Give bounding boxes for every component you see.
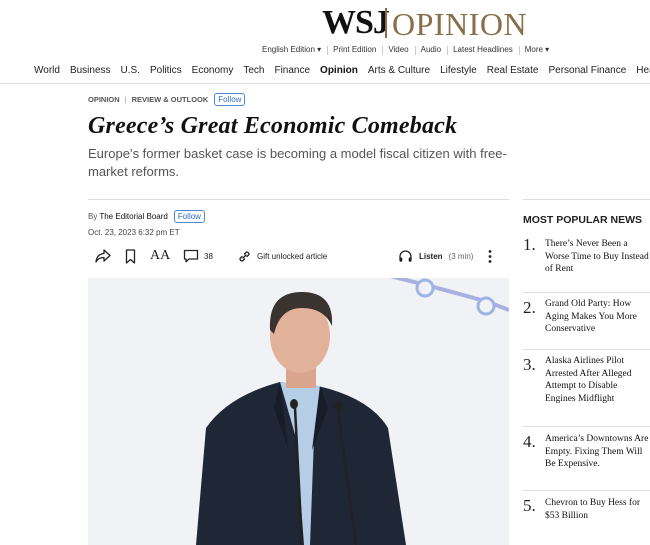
article-headline: Greece’s Great Economic Comeback — [88, 113, 458, 139]
byline-prefix: By — [88, 212, 98, 221]
nav-item-business[interactable]: Business — [65, 65, 116, 76]
listen-button[interactable]: Listen (3 min) — [398, 245, 473, 267]
most-popular-item-3[interactable]: 3. Alaska Airlines Pilot Arrested After … — [523, 349, 650, 426]
article-timestamp: Oct. 23, 2023 6:32 pm ET — [88, 228, 180, 237]
logo-divider — [385, 8, 387, 38]
more-vertical-icon — [487, 249, 493, 264]
link-icon — [237, 249, 252, 264]
share-icon — [95, 249, 111, 263]
most-popular-number: 5. — [523, 496, 536, 515]
article-hero-image — [88, 278, 509, 545]
kicker-opinion-link[interactable]: OPINION — [88, 95, 120, 104]
nav-item-personal-finance[interactable]: Personal Finance — [543, 65, 631, 76]
save-button[interactable] — [125, 245, 136, 267]
text-size-button[interactable]: AA — [150, 245, 170, 267]
share-button[interactable] — [95, 245, 111, 267]
most-popular-number: 2. — [523, 298, 536, 317]
nav-item-finance[interactable]: Finance — [269, 65, 315, 76]
nav-item-opinion[interactable]: Opinion — [315, 65, 363, 76]
kicker-review-outlook-link[interactable]: REVIEW & OUTLOOK — [132, 95, 209, 104]
most-popular-item-1[interactable]: 1. There’s Never Been a Worse Time to Bu… — [523, 232, 650, 292]
byline: By The Editorial Board Follow — [88, 210, 205, 223]
utility-item-edition[interactable]: English Edition ▾ — [256, 45, 327, 54]
most-popular-list: 1. There’s Never Been a Worse Time to Bu… — [523, 232, 650, 530]
author-link[interactable]: The Editorial Board — [99, 212, 167, 221]
nav-item-tech[interactable]: Tech — [238, 65, 269, 76]
listen-duration: (3 min) — [448, 251, 474, 261]
utility-nav: English Edition ▾ Print Edition Video Au… — [256, 45, 555, 55]
gift-article-label: Gift unlocked article — [257, 251, 328, 261]
listen-label: Listen — [419, 251, 443, 261]
most-popular-title: MOST POPULAR NEWS — [523, 214, 643, 226]
most-popular-headline: There’s Never Been a Worse Time to Buy I… — [545, 239, 649, 274]
kicker-separator: | — [124, 95, 127, 104]
nav-item-lifestyle[interactable]: Lifestyle — [435, 65, 482, 76]
article-dek: Europe’s former basket case is becoming … — [88, 146, 507, 179]
nav-item-politics[interactable]: Politics — [145, 65, 187, 76]
utility-item-video[interactable]: Video — [382, 45, 414, 55]
comments-button[interactable]: 38 — [183, 245, 213, 267]
main-nav: World Business U.S. Politics Economy Tec… — [0, 58, 650, 84]
masthead: WSJ OPINION — [0, 4, 650, 43]
wsj-logo[interactable]: WSJ — [322, 4, 390, 42]
follow-section-button[interactable]: Follow — [214, 93, 246, 106]
most-popular-headline: Chevron to Buy Hess for $53 Billion — [545, 498, 640, 521]
more-options-button[interactable] — [487, 245, 493, 267]
most-popular-headline: America’s Downtowns Are Empty. Fixing Th… — [545, 434, 649, 469]
nav-item-arts-culture[interactable]: Arts & Culture — [363, 65, 435, 76]
nav-item-world[interactable]: World — [0, 65, 65, 76]
most-popular-item-4[interactable]: 4. America’s Downtowns Are Empty. Fixing… — [523, 426, 650, 490]
nav-item-us[interactable]: U.S. — [116, 65, 145, 76]
bookmark-icon — [125, 248, 136, 264]
nav-item-economy[interactable]: Economy — [187, 65, 239, 76]
utility-item-audio[interactable]: Audio — [414, 45, 447, 55]
follow-author-button[interactable]: Follow — [173, 210, 205, 223]
nav-item-real-estate[interactable]: Real Estate — [482, 65, 544, 76]
utility-item-more[interactable]: More ▾ — [518, 45, 555, 55]
utility-item-print-edition[interactable]: Print Edition — [327, 45, 382, 55]
most-popular-number: 4. — [523, 432, 536, 451]
most-popular-number: 3. — [523, 355, 536, 374]
utility-item-latest-headlines[interactable]: Latest Headlines — [447, 45, 519, 55]
gift-article-button[interactable]: Gift unlocked article — [237, 245, 327, 267]
most-popular-item-5[interactable]: 5. Chevron to Buy Hess for $53 Billion — [523, 490, 650, 530]
divider — [88, 199, 509, 200]
most-popular-headline: Alaska Airlines Pilot Arrested After All… — [545, 356, 632, 404]
comment-count: 38 — [204, 251, 213, 261]
most-popular-item-2[interactable]: 2. Grand Old Party: How Aging Makes You … — [523, 292, 650, 349]
nav-item-health[interactable]: Hea — [631, 65, 650, 76]
opinion-section-logo[interactable]: OPINION — [392, 6, 527, 43]
most-popular-headline: Grand Old Party: How Aging Makes You Mor… — [545, 299, 637, 334]
comment-icon — [183, 249, 199, 263]
headphones-icon — [398, 249, 413, 263]
article-kicker: OPINION | REVIEW & OUTLOOK Follow — [88, 93, 246, 106]
sidebar-divider — [523, 199, 650, 200]
text-size-icon: AA — [150, 248, 171, 263]
most-popular-number: 1. — [523, 235, 536, 254]
article-toolbar: AA 38 Gift unlocked article Listen (3 mi… — [95, 245, 505, 267]
